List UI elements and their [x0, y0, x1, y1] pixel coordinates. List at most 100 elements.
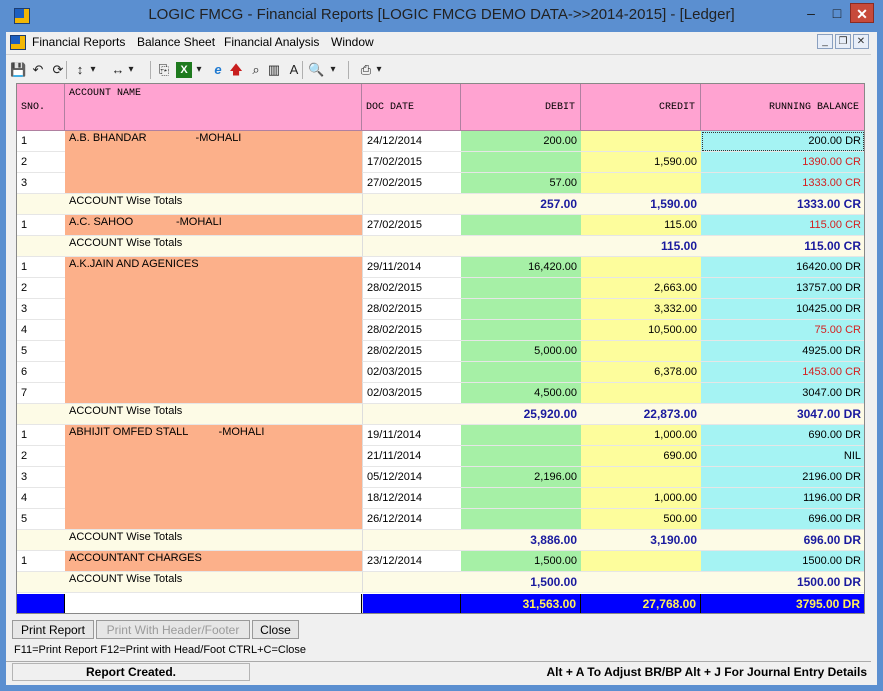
- cell-doc-date[interactable]: 29/11/2014: [362, 257, 461, 278]
- cell-doc-date[interactable]: [362, 236, 461, 257]
- cell-running-balance[interactable]: 13757.00 DR: [701, 278, 864, 299]
- cell-doc-date[interactable]: 26/12/2014: [362, 509, 461, 530]
- cell-doc-date[interactable]: 23/12/2014: [362, 551, 461, 572]
- cell-debit[interactable]: [461, 446, 581, 467]
- cell-account-name[interactable]: [65, 594, 362, 613]
- close-button[interactable]: Close: [252, 620, 299, 639]
- cell-sno[interactable]: 4: [17, 320, 65, 341]
- cell-running-balance[interactable]: 1333.00 CR: [701, 194, 864, 215]
- cell-credit[interactable]: 22,873.00: [581, 404, 701, 425]
- preview-dropdown-icon[interactable]: ▾: [328, 62, 338, 78]
- cell-doc-date[interactable]: [362, 594, 461, 613]
- cell-debit[interactable]: [461, 320, 581, 341]
- cell-debit[interactable]: 1,500.00: [461, 572, 581, 593]
- cell-sno[interactable]: 1: [17, 257, 65, 278]
- cell-sno[interactable]: 2: [17, 278, 65, 299]
- cell-sno[interactable]: [17, 236, 65, 257]
- cell-credit[interactable]: 1,000.00: [581, 425, 701, 446]
- cell-sno[interactable]: [17, 530, 65, 551]
- cell-debit[interactable]: 5,000.00: [461, 341, 581, 362]
- cell-running-balance[interactable]: 696.00 DR: [701, 530, 864, 551]
- cell-sno[interactable]: 3: [17, 467, 65, 488]
- cell-running-balance[interactable]: 1453.00 CR: [701, 362, 864, 383]
- cell-sno[interactable]: [17, 572, 65, 593]
- cell-sno[interactable]: 1: [17, 551, 65, 572]
- account-total-row[interactable]: ACCOUNT Wise Totals 3,886.00 3,190.00 696.0…: [17, 530, 864, 551]
- cell-credit[interactable]: 1,590.00: [581, 194, 701, 215]
- cell-account-name[interactable]: ACCOUNT Wise Totals: [65, 530, 362, 551]
- cell-running-balance[interactable]: 3047.00 DR: [701, 404, 864, 425]
- cell-debit[interactable]: [461, 236, 581, 257]
- cell-account-name[interactable]: ACCOUNT Wise Totals: [65, 194, 362, 215]
- cell-credit[interactable]: 115.00: [581, 236, 701, 257]
- cell-credit[interactable]: 27,768.00: [581, 594, 701, 613]
- cell-running-balance[interactable]: 2196.00 DR: [701, 467, 864, 488]
- cell-sno[interactable]: 3: [17, 299, 65, 320]
- header-running-balance[interactable]: RUNNING BALANCE: [701, 84, 864, 131]
- header-account-name[interactable]: ACCOUNT NAME: [65, 84, 362, 131]
- cell-running-balance[interactable]: 1196.00 DR: [701, 488, 864, 509]
- cell-sno[interactable]: 3: [17, 173, 65, 194]
- child-restore-button[interactable]: ❐: [835, 34, 851, 49]
- cell-running-balance[interactable]: NIL: [701, 446, 864, 467]
- cell-doc-date[interactable]: 17/02/2015: [362, 152, 461, 173]
- cell-account-name[interactable]: ACCOUNT Wise Totals: [65, 572, 362, 593]
- maximize-button[interactable]: □: [824, 3, 850, 23]
- cell-running-balance[interactable]: 10425.00 DR: [701, 299, 864, 320]
- cell-credit[interactable]: [581, 551, 701, 572]
- cell-running-balance[interactable]: 1390.00 CR: [701, 152, 864, 173]
- cell-doc-date[interactable]: 05/12/2014: [362, 467, 461, 488]
- cell-credit[interactable]: 500.00: [581, 509, 701, 530]
- cell-doc-date[interactable]: [362, 530, 461, 551]
- account-total-row[interactable]: ACCOUNT Wise Totals 25,920.00 22,873.00 304…: [17, 404, 864, 425]
- cell-running-balance[interactable]: 1500.00 DR: [701, 551, 864, 572]
- column-width-icon[interactable]: ↔: [110, 62, 126, 78]
- grand-total-row[interactable]: 31,563.00 27,768.00 3795.00 DR: [17, 594, 864, 613]
- cell-credit[interactable]: 10,500.00: [581, 320, 701, 341]
- cell-credit[interactable]: [581, 131, 701, 152]
- chart-icon[interactable]: ▥: [266, 62, 282, 78]
- cell-debit[interactable]: [461, 299, 581, 320]
- column-width-dropdown-icon[interactable]: ▾: [126, 62, 136, 78]
- cell-debit[interactable]: 25,920.00: [461, 404, 581, 425]
- cell-running-balance[interactable]: 16420.00 DR: [701, 257, 864, 278]
- cell-sno[interactable]: [17, 194, 65, 215]
- web-icon[interactable]: e: [210, 62, 226, 78]
- menu-balance-sheet[interactable]: Balance Sheet: [137, 35, 215, 49]
- sort-icon[interactable]: ↕: [72, 62, 88, 78]
- cell-account-name[interactable]: ABHIJIT OMFED STALL -MOHALI: [65, 425, 362, 530]
- cell-account-name[interactable]: A.C. SAHOO -MOHALI: [65, 215, 362, 236]
- cell-running-balance[interactable]: 3795.00 DR: [701, 594, 864, 613]
- excel-icon[interactable]: X: [176, 62, 192, 78]
- cell-debit[interactable]: [461, 278, 581, 299]
- title-bar[interactable]: LOGIC FMCG - Financial Reports [LOGIC FM…: [6, 0, 877, 32]
- cell-debit[interactable]: [461, 362, 581, 383]
- cell-credit[interactable]: 6,378.00: [581, 362, 701, 383]
- cell-doc-date[interactable]: 28/02/2015: [362, 278, 461, 299]
- cell-debit[interactable]: [461, 488, 581, 509]
- cell-sno[interactable]: 1: [17, 215, 65, 236]
- cell-account-name[interactable]: A.K.JAIN AND AGENICES: [65, 257, 362, 404]
- child-minimize-button[interactable]: _: [817, 34, 833, 49]
- menu-window[interactable]: Window: [331, 35, 374, 49]
- cell-doc-date[interactable]: [362, 572, 461, 593]
- cell-debit[interactable]: 31,563.00: [461, 594, 581, 613]
- undo-icon[interactable]: ↶: [30, 62, 46, 78]
- sort-dropdown-icon[interactable]: ▾: [88, 62, 98, 78]
- cell-sno[interactable]: [17, 404, 65, 425]
- cell-credit[interactable]: [581, 572, 701, 593]
- cell-running-balance[interactable]: 696.00 DR: [701, 509, 864, 530]
- excel-dropdown-icon[interactable]: ▾: [194, 62, 204, 78]
- cell-doc-date[interactable]: 27/02/2015: [362, 173, 461, 194]
- cell-account-name[interactable]: ACCOUNTANT CHARGES: [65, 551, 362, 572]
- cell-debit[interactable]: 200.00: [461, 131, 581, 152]
- cell-credit[interactable]: 690.00: [581, 446, 701, 467]
- cell-running-balance[interactable]: 115.00 CR: [701, 236, 864, 257]
- cell-running-balance[interactable]: 200.00 DR: [701, 131, 864, 152]
- child-close-button[interactable]: ✕: [853, 34, 869, 49]
- print-icon[interactable]: ⎙: [358, 62, 374, 78]
- cell-running-balance[interactable]: 4925.00 DR: [701, 341, 864, 362]
- cell-running-balance[interactable]: 115.00 CR: [701, 215, 864, 236]
- cell-account-name[interactable]: A.B. BHANDAR -MOHALI: [65, 131, 362, 194]
- up-arrow-icon[interactable]: 🡅: [228, 62, 244, 78]
